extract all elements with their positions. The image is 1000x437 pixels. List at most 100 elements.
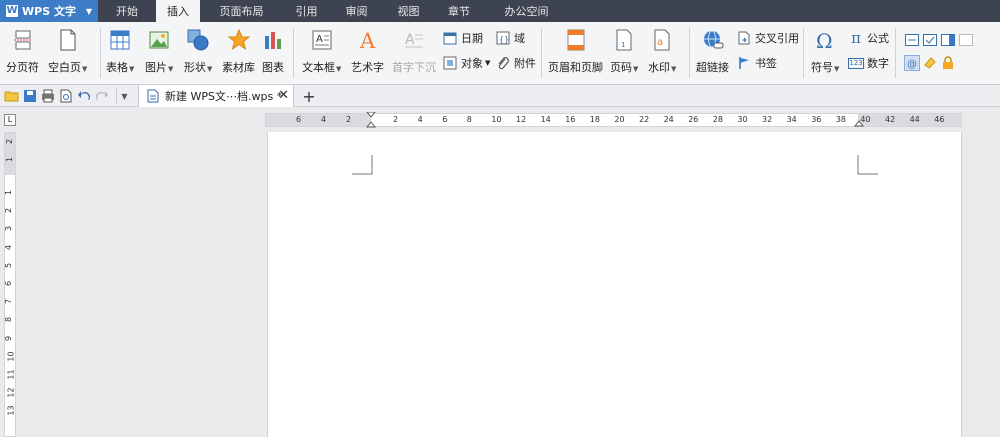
dropdown-arrow-icon: ▼	[633, 65, 639, 73]
svg-text:A: A	[405, 32, 415, 48]
menu-tab[interactable]: 插入	[156, 0, 200, 22]
quick-access-bar: ▼ 新建 WPS文⋯档.wps * ✕ +	[0, 85, 1000, 107]
chart-label: 图表	[262, 61, 284, 74]
vertical-scrollbar[interactable]	[984, 132, 1000, 437]
attachment-label: 附件	[514, 57, 536, 70]
number-label: 数字	[867, 57, 889, 70]
ruler-number: 6	[4, 280, 14, 287]
chart-button[interactable]: 图表	[262, 29, 284, 75]
ruler-number: 14	[540, 115, 551, 124]
attachment-button[interactable]: 附件	[495, 55, 536, 71]
menu-tab[interactable]: 引用	[283, 0, 330, 22]
open-folder-icon[interactable]	[4, 88, 20, 104]
ruler-number: 11	[6, 369, 16, 380]
redo-icon[interactable]	[94, 88, 110, 104]
wordart-icon: A	[357, 29, 379, 51]
object-button[interactable]: 对象 ▼	[442, 55, 490, 71]
field-label: 域	[514, 32, 525, 45]
date-button[interactable]: 日期	[442, 30, 483, 46]
star-icon	[227, 29, 250, 51]
print-preview-icon[interactable]	[58, 88, 74, 104]
symbol-label: 符号	[811, 61, 833, 74]
ruler-number: 46	[934, 115, 945, 124]
ruler-number: 5	[4, 262, 14, 268]
wordart-button[interactable]: A 艺术字	[351, 29, 384, 75]
ruler-number: 30	[737, 115, 748, 124]
picture-button[interactable]: 图片▼	[145, 29, 173, 75]
document-icon	[145, 88, 161, 104]
eraser-icon[interactable]	[922, 55, 938, 71]
form-field-shading-icon[interactable]: @	[904, 55, 920, 71]
form-checkbox-icon[interactable]	[922, 32, 938, 48]
close-icon[interactable]: ✕	[278, 88, 289, 103]
ruler-number: 4	[4, 244, 14, 250]
dropcap-label: 首字下沉	[392, 61, 436, 74]
customize-toolbar-icon[interactable]: ▼	[116, 88, 132, 104]
document-tab-title: 新建 WPS文⋯档.wps *	[165, 90, 283, 103]
dropdown-arrow-icon: ▼	[671, 65, 677, 73]
hyperlink-label: 超链接	[696, 61, 729, 74]
ruler-number: 20	[614, 115, 625, 124]
dropcap-button[interactable]: A 首字下沉	[392, 29, 436, 75]
field-button[interactable]: {} 域	[495, 30, 525, 46]
menu-tab[interactable]: 视图	[383, 0, 434, 22]
shape-button[interactable]: 形状▼	[184, 29, 212, 75]
form-disabled-icon[interactable]	[958, 32, 974, 48]
symbol-button[interactable]: Ω 符号▼	[811, 29, 839, 75]
new-tab-button[interactable]: +	[300, 86, 318, 106]
number-button[interactable]: 123 数字	[848, 55, 889, 71]
material-library-button[interactable]: 素材库	[222, 29, 255, 75]
app-menu-button[interactable]: W WPS 文字 ▼	[0, 0, 98, 22]
watermark-button[interactable]: a 水印▼	[648, 29, 676, 75]
menu-tab[interactable]: 审阅	[330, 0, 383, 22]
menu-tab[interactable]: 办公空间	[484, 0, 569, 22]
vertical-ruler[interactable]: 2 1 1 2 3 4 5 6 7 8 9 10 11 12 13	[4, 132, 16, 437]
hyperlink-button[interactable]: 超链接	[696, 29, 729, 75]
blank-page-icon	[57, 29, 79, 51]
indent-marker-left[interactable]	[365, 111, 377, 131]
textbox-label: 文本框	[302, 61, 335, 74]
ribbon-separator	[100, 28, 101, 78]
dropdown-arrow-icon: ▼	[485, 59, 491, 67]
textbox-icon: A	[311, 29, 333, 51]
ruler-number: 28	[712, 115, 723, 124]
document-tab[interactable]: 新建 WPS文⋯档.wps * ✕	[138, 85, 294, 107]
menu-tab[interactable]: 章节	[434, 0, 484, 22]
ruler-number: 2	[5, 138, 15, 145]
shape-label: 形状	[184, 61, 206, 74]
tab-stop-selector[interactable]: L	[4, 114, 16, 126]
globe-link-icon	[702, 29, 724, 51]
undo-icon[interactable]	[76, 88, 92, 104]
ruler-number: 16	[565, 115, 576, 124]
svg-text:a: a	[657, 37, 663, 48]
ruler-number: 10	[6, 351, 16, 362]
menu-tab[interactable]: 页面布局	[200, 0, 283, 22]
page-number-button[interactable]: 1 页码▼	[610, 29, 638, 75]
print-icon[interactable]	[40, 88, 56, 104]
textbox-button[interactable]: A 文本框▼	[302, 29, 341, 75]
calendar-icon	[442, 30, 458, 46]
picture-icon	[148, 29, 170, 51]
save-icon[interactable]	[22, 88, 38, 104]
ruler-number: 40	[860, 115, 871, 124]
cross-reference-button[interactable]: 交叉引用	[736, 30, 799, 46]
header-footer-button[interactable]: 页眉和页脚	[548, 29, 603, 75]
form-textbox-icon[interactable]	[904, 32, 920, 48]
ruler-number: 12	[6, 387, 16, 398]
formula-button[interactable]: π 公式	[848, 29, 889, 47]
form-dropdown-icon[interactable]	[940, 32, 956, 48]
ruler-number: 10	[491, 115, 502, 124]
ruler-number: 26	[688, 115, 699, 124]
document-page[interactable]	[267, 132, 962, 437]
lock-icon[interactable]	[940, 55, 956, 71]
svg-text:@: @	[907, 59, 917, 69]
horizontal-ruler[interactable]: 6 4 2 2 4 6 8 10 12 14 16 18 20 22 24 26 28 30 32 34 36 38 40 4…	[265, 111, 962, 128]
blank-page-button[interactable]: 空白页▼	[48, 29, 87, 75]
page-break-button[interactable]: 分页符	[6, 29, 39, 75]
menu-tab[interactable]: 开始	[98, 0, 156, 22]
dropdown-arrow-icon: ▼	[82, 65, 88, 73]
ruler-number: 42	[885, 115, 896, 124]
table-button[interactable]: 表格▼	[106, 29, 134, 75]
bookmark-button[interactable]: 书签	[736, 55, 777, 71]
watermark-label: 水印	[648, 61, 670, 74]
